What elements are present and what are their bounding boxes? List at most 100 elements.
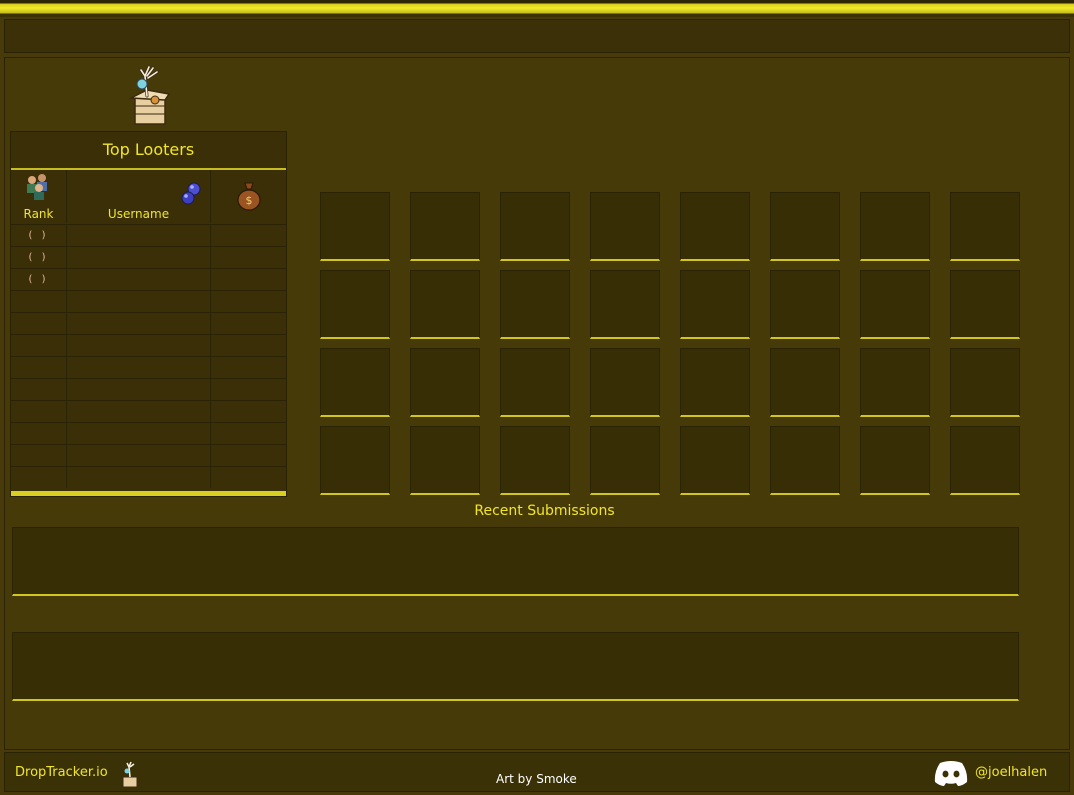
grid-tile[interactable] — [590, 348, 660, 417]
value-column-header: $ — [211, 170, 286, 223]
grid-tile[interactable] — [410, 426, 480, 495]
recent-submissions-title: Recent Submissions — [474, 503, 615, 519]
grid-tile[interactable] — [860, 426, 930, 495]
value-cell — [211, 247, 286, 268]
submission-panel — [12, 632, 1019, 701]
grid-tile[interactable] — [590, 426, 660, 495]
value-cell — [211, 225, 286, 246]
rank-cell — [11, 379, 67, 400]
table-row — [11, 422, 286, 444]
username-cell — [67, 445, 211, 466]
username-cell — [67, 313, 211, 334]
grid-tile[interactable] — [500, 348, 570, 417]
value-cell — [211, 269, 286, 290]
grid-tile[interactable] — [860, 348, 930, 417]
grid-tile[interactable] — [410, 270, 480, 339]
top-stripe — [0, 0, 1074, 17]
rank-cell — [11, 291, 67, 312]
value-cell — [211, 467, 286, 488]
grid-tile[interactable] — [500, 426, 570, 495]
rank-cell: ( ) — [11, 269, 67, 290]
grid-tile[interactable] — [950, 192, 1020, 261]
grid-tile[interactable] — [320, 348, 390, 417]
value-cell — [211, 335, 286, 356]
rank-cell — [11, 445, 67, 466]
table-row — [11, 356, 286, 378]
loot-box-hand-icon — [128, 65, 171, 125]
grid-tile[interactable] — [410, 192, 480, 261]
table-row — [11, 400, 286, 422]
table-row: ( ) — [11, 268, 286, 290]
rank-cell: ( ) — [11, 247, 67, 268]
username-cell — [67, 335, 211, 356]
submission-panel — [12, 527, 1019, 596]
username-cell — [67, 401, 211, 422]
discord-icon[interactable] — [933, 759, 969, 787]
rank-cell — [11, 423, 67, 444]
table-row — [11, 334, 286, 356]
grid-tile[interactable] — [950, 270, 1020, 339]
grid-tile[interactable] — [320, 270, 390, 339]
value-cell — [211, 313, 286, 334]
username-header-label: Username — [107, 207, 170, 221]
grid-tile[interactable] — [500, 192, 570, 261]
grid-tile[interactable] — [770, 192, 840, 261]
grid-tile[interactable] — [410, 348, 480, 417]
grid-tile[interactable] — [500, 270, 570, 339]
value-cell — [211, 379, 286, 400]
brand-link[interactable]: DropTracker.io — [15, 765, 108, 780]
rank-cell — [11, 401, 67, 422]
looters-footer-bar — [11, 491, 286, 496]
grid-tile[interactable] — [860, 270, 930, 339]
table-row: ( ) — [11, 224, 286, 246]
value-cell — [211, 423, 286, 444]
value-cell — [211, 401, 286, 422]
grid-tile[interactable] — [950, 426, 1020, 495]
loot-box-hand-icon — [122, 761, 138, 788]
username-cell — [67, 269, 211, 290]
grid-tile[interactable] — [320, 426, 390, 495]
grid-tile[interactable] — [680, 270, 750, 339]
table-row — [11, 444, 286, 466]
grid-tile[interactable] — [680, 426, 750, 495]
rank-cell — [11, 467, 67, 488]
grid-tile[interactable] — [860, 192, 930, 261]
grid-tile[interactable] — [680, 348, 750, 417]
players-icon — [27, 174, 47, 200]
grid-tile[interactable] — [680, 192, 750, 261]
discord-handle[interactable]: @joelhalen — [975, 765, 1047, 780]
looters-rows: ( ) ( ) ( ) — [11, 224, 286, 488]
username-cell — [67, 379, 211, 400]
footer: DropTracker.io Art by Smoke @joelhalen — [4, 752, 1070, 792]
rank-cell — [11, 335, 67, 356]
username-cell — [67, 467, 211, 488]
username-cell — [67, 291, 211, 312]
table-row — [11, 378, 286, 400]
value-cell — [211, 291, 286, 312]
header-bar — [4, 19, 1070, 53]
grid-tile[interactable] — [590, 192, 660, 261]
table-row — [11, 290, 286, 312]
username-cell — [67, 357, 211, 378]
top-looters-table: Top Looters Rank Username $ ( ) ( ) ( ) — [10, 131, 287, 497]
rank-cell: ( ) — [11, 225, 67, 246]
username-cell — [67, 247, 211, 268]
grid-tile[interactable] — [950, 348, 1020, 417]
rank-column-header: Rank — [11, 170, 67, 223]
table-row: ( ) — [11, 246, 286, 268]
top-looters-title: Top Looters — [11, 132, 286, 170]
money-bag-icon: $ — [237, 182, 261, 211]
grid-tile[interactable] — [770, 426, 840, 495]
table-row — [11, 312, 286, 334]
table-row — [11, 466, 286, 488]
grid-tile[interactable] — [770, 348, 840, 417]
grid-tile[interactable] — [590, 270, 660, 339]
svg-text:$: $ — [246, 194, 253, 207]
art-credit: Art by Smoke — [496, 772, 577, 786]
username-column-header: Username — [67, 170, 211, 223]
value-cell — [211, 357, 286, 378]
grid-tile[interactable] — [770, 270, 840, 339]
blue-orbs-icon — [181, 182, 201, 205]
grid-tile[interactable] — [320, 192, 390, 261]
rank-cell — [11, 313, 67, 334]
